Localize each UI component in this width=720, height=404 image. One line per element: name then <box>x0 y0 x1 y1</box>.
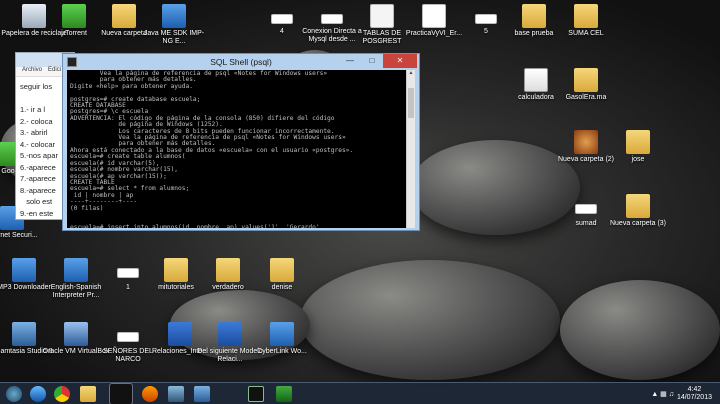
pdf-icon <box>422 4 446 28</box>
tray-icons[interactable]: ▲ ▦ ♫ <box>651 390 674 398</box>
psql-titlebar[interactable]: SQL Shell (psql) — □ ✕ <box>63 54 419 70</box>
terminal-icon <box>67 57 77 67</box>
desktop-icon-nueva-carpeta-3[interactable]: Nueva carpeta (3) <box>604 194 672 228</box>
java-icon <box>524 68 548 92</box>
folder-icon <box>574 68 598 92</box>
ie-icon[interactable] <box>30 386 46 402</box>
folder-icon <box>626 194 650 218</box>
interpreter-icon <box>64 258 88 282</box>
document-icon <box>575 204 597 214</box>
word-icon <box>168 322 192 346</box>
taskbar: ▲ ▦ ♫ 4:42 14/07/2013 <box>0 382 720 404</box>
utorrent-icon <box>62 4 86 28</box>
chrome-icon[interactable] <box>54 386 70 402</box>
desktop-icon-java-sdk[interactable]: Java ME SDK IMP-NG E... <box>140 4 208 46</box>
vertical-scrollbar[interactable]: ▲ <box>406 70 415 228</box>
camtasia-icon[interactable] <box>194 386 210 402</box>
network-icon[interactable] <box>168 386 184 402</box>
media-icon[interactable] <box>142 386 158 402</box>
folder-icon <box>270 258 294 282</box>
console-line: escuela=# insert into alumnos(id, nombre… <box>70 223 331 228</box>
cyberlink-icon <box>270 322 294 346</box>
desktop-icon-gasolera[interactable]: GasolEra.ma <box>552 68 620 102</box>
icon-label: GasolEra.ma <box>565 94 607 101</box>
maximize-button[interactable]: □ <box>361 54 383 68</box>
start-icon[interactable] <box>6 386 22 402</box>
document-icon <box>271 14 293 24</box>
scroll-up-icon[interactable]: ▲ <box>407 70 415 78</box>
document-icon <box>475 14 497 24</box>
icon-label: CyberLink Wo... <box>257 348 307 355</box>
icon-label: Nueva carpeta (3) <box>609 220 667 227</box>
desktop-icon-cyberlink[interactable]: CyberLink Wo... <box>248 322 316 356</box>
folder-icon <box>574 4 598 28</box>
java-sdk-icon <box>162 4 186 28</box>
stone-decoration <box>560 280 720 380</box>
minimize-button[interactable]: — <box>339 54 361 68</box>
icon-label: denise <box>271 284 293 291</box>
music-icon <box>574 130 598 154</box>
folder-icon <box>522 4 546 28</box>
icon-label: Internet Securi... <box>0 232 38 239</box>
explorer-icon[interactable] <box>80 386 96 402</box>
clock-date: 14/07/2013 <box>676 394 712 401</box>
desktop-icon-suma-cel[interactable]: SUMA CEL <box>552 4 620 38</box>
clock-time: 4:42 <box>687 386 702 393</box>
scrollbar-thumb[interactable] <box>408 88 414 118</box>
folder-icon <box>626 130 650 154</box>
desktop-icon-jose[interactable]: jose <box>604 130 672 164</box>
desktop-icon-denise[interactable]: denise <box>248 258 316 292</box>
close-button[interactable]: ✕ <box>383 54 417 68</box>
terminal-icon[interactable] <box>248 386 264 402</box>
stone-decoration <box>300 260 560 380</box>
camtasia-icon <box>12 322 36 346</box>
folder-icon <box>164 258 188 282</box>
folder-icon <box>216 258 240 282</box>
mp3-icon <box>12 258 36 282</box>
icon-label: jose <box>631 156 645 163</box>
menu-archivo[interactable]: Archivo <box>22 67 42 76</box>
virtualbox-icon <box>64 322 88 346</box>
psql-window[interactable]: SQL Shell (psql) — □ ✕ Vea la página de … <box>62 53 420 231</box>
psql-icon[interactable] <box>109 383 133 404</box>
console-output[interactable]: Vea la página de referencia de psql «Not… <box>67 70 406 228</box>
document-icon <box>117 332 139 342</box>
document-icon <box>370 4 394 28</box>
recorder-icon[interactable] <box>276 386 292 402</box>
terminal-icon <box>117 268 139 278</box>
word-icon <box>218 322 242 346</box>
icon-label: Java ME SDK IMP-NG E... <box>143 30 205 45</box>
menu-edicion[interactable]: Edici <box>48 67 61 76</box>
clock[interactable]: 4:42 14/07/2013 <box>677 386 712 402</box>
document-icon <box>321 14 343 24</box>
icon-label: SUMA CEL <box>568 30 604 37</box>
folder-icon <box>112 4 136 28</box>
